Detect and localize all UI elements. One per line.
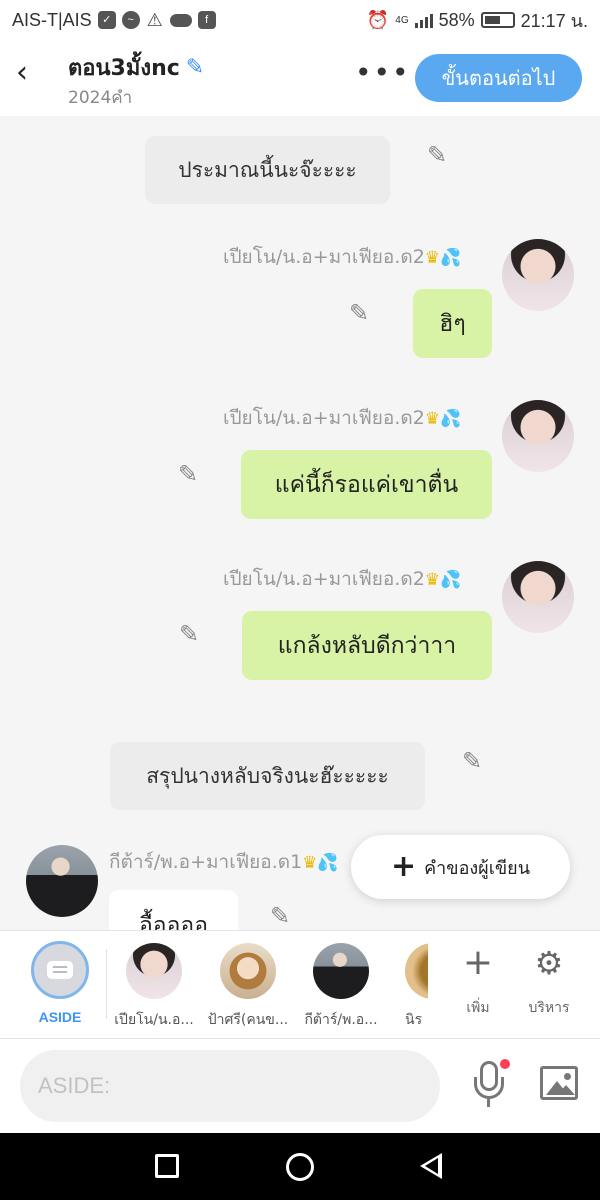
messenger-icon: ~ bbox=[121, 11, 140, 29]
facebook-icon: f bbox=[197, 11, 216, 29]
droplets-icon: 💦 bbox=[440, 409, 462, 429]
image-icon[interactable] bbox=[540, 1066, 578, 1100]
alarm-icon: ⏰ bbox=[366, 9, 390, 30]
home-icon[interactable] bbox=[286, 1153, 314, 1181]
recent-apps-icon[interactable] bbox=[155, 1154, 179, 1178]
author-note-label: คำของผู้เขียน bbox=[424, 857, 531, 879]
clock: 21:17 น. bbox=[520, 10, 588, 31]
chat-area[interactable]: ประมาณนี้นะจ๊ะะะะ ✎ เปียโน/น.อ+มาเฟียอ.ด… bbox=[0, 116, 600, 930]
composer bbox=[0, 1038, 600, 1133]
edit-icon[interactable]: ✎ bbox=[427, 142, 453, 168]
crown-icon: ♛ bbox=[424, 409, 441, 429]
battery-icon bbox=[480, 12, 515, 28]
word-count: 2024คำ bbox=[68, 88, 133, 108]
add-label: เพิ่ม bbox=[466, 1000, 490, 1016]
shield-icon: ✓ bbox=[97, 11, 116, 29]
character-avatar[interactable] bbox=[405, 943, 428, 999]
status-bar: AIS-T|AIS ✓ ~ ⚠ f ⏰ 4G 58% 21:17 น. bbox=[0, 0, 600, 40]
character-name: นิร bbox=[405, 1012, 423, 1028]
manage-label: บริหาร bbox=[528, 1000, 570, 1016]
signal-icon bbox=[414, 12, 433, 28]
droplets-icon: 💦 bbox=[317, 853, 339, 873]
character-overflow[interactable]: นิร bbox=[405, 943, 428, 1033]
avatar[interactable] bbox=[502, 239, 574, 311]
character-name: กีต้าร์/พ.อ+มาเฟียอ.ด1♛💦 bbox=[109, 851, 339, 873]
plus-icon: + bbox=[390, 849, 417, 884]
character-name: ป้าศรี(คนข... bbox=[207, 1012, 289, 1028]
droplets-icon: 💦 bbox=[440, 570, 462, 590]
edit-icon[interactable]: ✎ bbox=[462, 748, 488, 774]
header: ‹ ตอน3มั้งnc ✎ 2024คำ ••• ขั้นตอนต่อไป bbox=[0, 40, 600, 116]
character-name: เปียโน/น.อ+มาเฟียอ.ด2♛💦 bbox=[223, 407, 462, 429]
character-name: เปียโน/น.อ... bbox=[114, 1012, 194, 1028]
edit-icon[interactable]: ✎ bbox=[179, 621, 205, 647]
back-icon[interactable]: ‹ bbox=[16, 58, 40, 88]
character-name: เปียโน/น.อ+มาเฟียอ.ด2♛💦 bbox=[223, 568, 462, 590]
droplets-icon: 💦 bbox=[440, 248, 462, 268]
edit-icon[interactable]: ✎ bbox=[349, 300, 375, 326]
avatar[interactable] bbox=[502, 561, 574, 633]
aside-input[interactable] bbox=[20, 1050, 440, 1122]
narration-bubble[interactable]: สรุปนางหลับจริงนะฮ๊ะะะะะ bbox=[110, 742, 425, 810]
message-bubble[interactable]: แค่นี้ก็รอแค่เขาตื่น bbox=[241, 450, 492, 519]
crown-icon: ♛ bbox=[302, 853, 318, 873]
gear-icon[interactable]: ⚙ bbox=[527, 941, 571, 985]
back-nav-icon[interactable] bbox=[420, 1153, 442, 1179]
aside-character-button[interactable] bbox=[31, 941, 89, 999]
avatar[interactable] bbox=[502, 400, 574, 472]
narration-bubble[interactable]: ประมาณนี้นะจ๊ะะะะ bbox=[145, 136, 390, 204]
edit-title-icon[interactable]: ✎ bbox=[186, 55, 204, 80]
carrier-text: AIS-T|AIS bbox=[12, 9, 92, 30]
character-avatar[interactable] bbox=[126, 943, 182, 999]
character-avatar[interactable] bbox=[220, 943, 276, 999]
cloud-icon bbox=[169, 13, 192, 27]
crown-icon: ♛ bbox=[424, 248, 441, 268]
page-title: ตอน3มั้งnc bbox=[68, 56, 180, 81]
character-bar: ASIDE เปียโน/น.อ... ป้าศรี(คนข... กีต้าร… bbox=[0, 930, 600, 1038]
mic-icon[interactable] bbox=[472, 1059, 510, 1109]
edit-icon[interactable]: ✎ bbox=[270, 903, 296, 929]
character-name: เปียโน/น.อ+มาเฟียอ.ด2♛💦 bbox=[223, 246, 462, 268]
message-bubble[interactable]: ฮิๆ bbox=[413, 289, 492, 358]
character-avatar[interactable] bbox=[313, 943, 369, 999]
edit-icon[interactable]: ✎ bbox=[178, 461, 204, 487]
crown-icon: ♛ bbox=[424, 570, 441, 590]
warning-icon: ⚠ bbox=[146, 10, 163, 30]
system-nav-bar bbox=[0, 1133, 600, 1200]
message-bubble[interactable]: แกล้งหลับดีกว่าาา bbox=[242, 611, 492, 680]
aside-label: ASIDE bbox=[38, 1009, 82, 1025]
network-text: 4G bbox=[395, 14, 409, 26]
author-note-button[interactable]: + คำของผู้เขียน bbox=[351, 835, 570, 899]
plus-icon[interactable]: + bbox=[456, 941, 500, 985]
character-name: กีต้าร์/พ.อ... bbox=[304, 1012, 378, 1028]
avatar[interactable] bbox=[26, 845, 98, 917]
divider bbox=[106, 949, 107, 1019]
aside-icon bbox=[47, 961, 73, 979]
next-step-button[interactable]: ขั้นตอนต่อไป bbox=[415, 54, 582, 102]
battery-percent: 58% bbox=[438, 9, 475, 30]
message-bubble[interactable]: อื้ออออ bbox=[109, 890, 238, 930]
more-icon[interactable]: ••• bbox=[355, 56, 411, 89]
